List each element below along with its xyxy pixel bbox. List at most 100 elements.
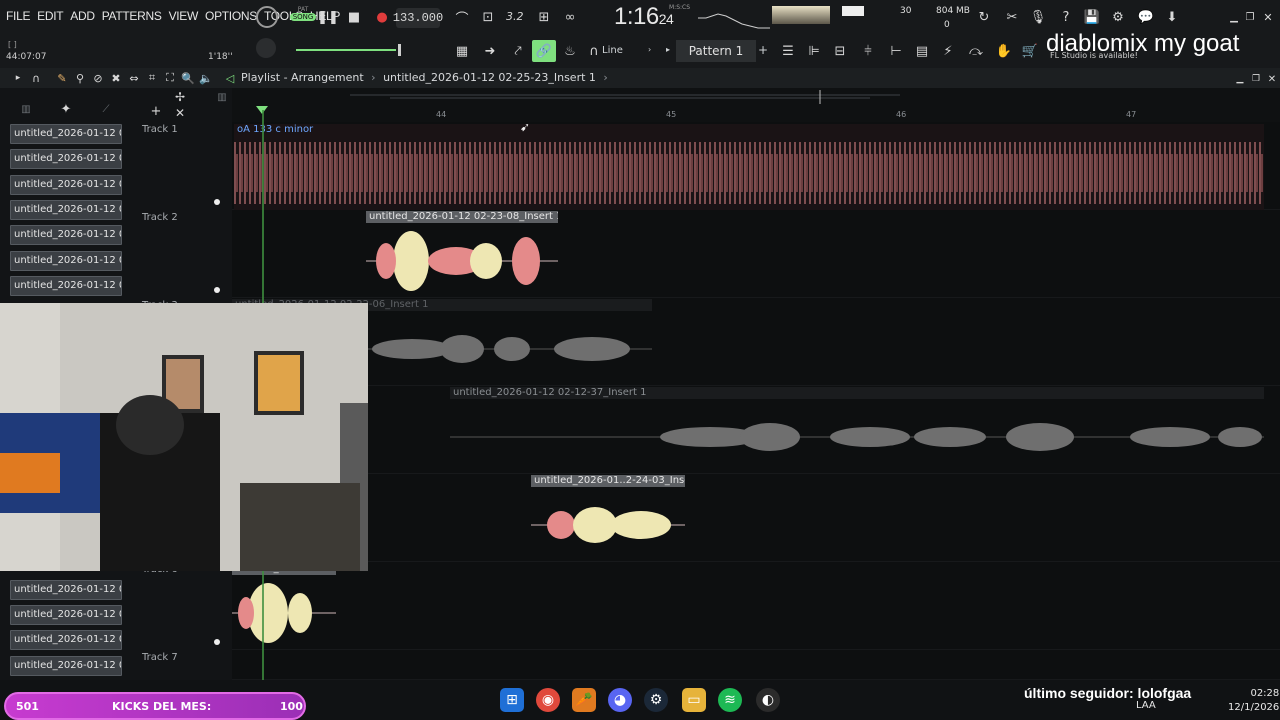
pat-song-toggle[interactable]: PAT SONG — [290, 6, 316, 28]
stamp-icon[interactable]: ♨ — [560, 42, 580, 60]
snap-mode-select[interactable]: Line — [602, 45, 623, 56]
undo-history-icon[interactable]: ↻ — [974, 8, 994, 26]
track-label[interactable]: Track 1 — [142, 124, 178, 135]
slider-handle[interactable] — [398, 44, 401, 56]
input-language[interactable]: LAA — [1136, 700, 1156, 711]
picker-item[interactable]: untitled_2026-01-12 02-... — [10, 149, 122, 169]
faders-icon[interactable]: ⫩ — [858, 42, 878, 60]
playlist-play-icon[interactable]: ◁ — [220, 69, 240, 87]
pattern-prev-icon[interactable]: ▸ — [666, 45, 670, 54]
picker-item[interactable]: untitled_2026-01-12 02-... — [10, 251, 122, 271]
picker-item[interactable]: untitled_2026-01-12 02-... — [10, 175, 122, 195]
file-dropdown-icon[interactable]: › — [603, 71, 607, 84]
mixer-settings-icon[interactable]: ⚙ — [1108, 8, 1128, 26]
metronome-icon[interactable]: ⌒ — [452, 8, 472, 27]
pitch-knob[interactable] — [256, 38, 276, 58]
pattern-selector[interactable]: Pattern 1 — [676, 40, 756, 62]
add-track-icon[interactable]: + — [146, 102, 166, 120]
obs-icon[interactable]: ◐ — [756, 688, 780, 712]
picker-item[interactable]: untitled_2026-01-12 02-... — [10, 630, 122, 650]
track-label[interactable]: Track 2 — [142, 212, 178, 223]
arrow-icon[interactable]: ➜ — [480, 42, 500, 60]
cart-icon[interactable]: 🛒 — [1020, 42, 1040, 60]
picker-item[interactable]: untitled_2026-01-12 02-... — [10, 200, 122, 220]
snap-link-icon[interactable]: 🔗 — [532, 40, 556, 62]
system-clock[interactable]: 02:28 12/1/2026 — [1228, 687, 1279, 715]
tempo-tap-icon[interactable]: ⤼ — [966, 42, 986, 60]
track-mute-led[interactable] — [214, 287, 220, 293]
plugin-icon[interactable]: ⚡ — [938, 42, 958, 60]
magnet-icon[interactable]: ∩ — [584, 42, 604, 60]
microphone-icon[interactable]: 🎙 — [1028, 8, 1048, 26]
touch-icon[interactable]: ✋ — [994, 42, 1014, 60]
picker-item[interactable]: untitled_2026-01-12 02-... — [10, 225, 122, 245]
grid-toggle-icon[interactable]: ▥ — [212, 88, 232, 106]
typing-keyboard-icon[interactable]: ⊡ — [478, 8, 498, 26]
paint-icon[interactable]: ⚲ — [70, 69, 90, 87]
fl-studio-icon[interactable]: 🥕 — [572, 688, 596, 712]
picker-audio-icon[interactable]: ✦ — [56, 100, 76, 118]
track-lane[interactable] — [232, 562, 1280, 650]
browser-icon[interactable]: ▤ — [912, 42, 932, 60]
picker-item[interactable]: untitled_2026-01-12 02-... — [10, 124, 122, 144]
tempo-display[interactable]: 133.000 — [393, 8, 443, 28]
chrome-icon[interactable]: ◉ — [536, 688, 560, 712]
picker-pattern-icon[interactable]: ▥ — [16, 100, 36, 118]
track-lane[interactable] — [232, 474, 1280, 562]
menu-edit[interactable]: EDIT — [37, 9, 63, 23]
mute-icon[interactable]: ✖ — [106, 69, 126, 87]
piano-roll-icon[interactable]: ▦ — [452, 42, 472, 60]
add-pattern-icon[interactable]: + — [758, 43, 768, 57]
close-icon[interactable]: ✕ — [1258, 8, 1278, 26]
stop-button[interactable]: ■ — [344, 8, 364, 26]
audio-clip[interactable]: untitled_2026-01-12 02-23-08_Insert 1 — [366, 211, 558, 297]
track-zoom-icon[interactable]: ✢ — [170, 88, 190, 106]
pencil-icon[interactable]: ✎ — [52, 69, 72, 87]
discord-icon[interactable]: ◕ — [608, 688, 632, 712]
remove-track-icon[interactable]: ✕ — [170, 104, 190, 122]
channel-rack-icon[interactable]: ⊫ — [804, 42, 824, 60]
track-label[interactable]: Track 7 — [142, 652, 178, 663]
draw-icon[interactable]: ⤤ — [508, 42, 528, 60]
track-mute-led[interactable] — [214, 639, 220, 645]
restore-icon[interactable]: ❐ — [1240, 8, 1260, 26]
picker-automation-icon[interactable]: ⟋ — [96, 100, 116, 118]
picker-item[interactable]: untitled_2026-01-12 02-... — [10, 580, 122, 600]
chat-icon[interactable]: 💬 — [1136, 8, 1156, 26]
spotify-icon[interactable]: ≋ — [718, 688, 742, 712]
pause-button[interactable]: ❚❚ — [317, 8, 339, 26]
steam-icon[interactable]: ⚙ — [644, 688, 668, 712]
menu-patterns[interactable]: PATTERNS — [102, 9, 162, 23]
snap-dropdown-icon[interactable]: › — [648, 45, 651, 54]
audio-clip[interactable]: untitled_2026-01-12 02-12-37_Insert 1 — [450, 387, 1264, 473]
master-pitch-slider[interactable] — [296, 49, 396, 51]
record-button[interactable]: ● — [372, 8, 392, 26]
file-explorer-icon[interactable]: ▭ — [682, 688, 706, 712]
menu-options[interactable]: OPTIONS — [205, 9, 257, 23]
save-icon[interactable]: 💾 — [1082, 8, 1102, 26]
select-icon[interactable]: ⛶ — [160, 69, 180, 87]
playlist-icon[interactable]: ☰ — [778, 42, 798, 60]
picker-item[interactable]: untitled_2026-01-12 02-... — [10, 605, 122, 625]
slice-icon[interactable]: ⌗ — [142, 69, 162, 87]
help-icon[interactable]: ? — [1056, 8, 1076, 26]
download-icon[interactable]: ⬇ — [1162, 8, 1182, 26]
audio-clip[interactable]: untitled_2... — [232, 563, 336, 649]
time-signature[interactable]: 3.2 — [506, 10, 524, 23]
picker-item[interactable]: untitled_2026-01-12 02-... — [10, 656, 122, 676]
zoom-icon[interactable]: 🔍 — [178, 69, 198, 87]
track-mute-led[interactable] — [214, 199, 220, 205]
routing-icon[interactable]: ⊢ — [886, 42, 906, 60]
playback-icon[interactable]: 🔈 — [196, 69, 216, 87]
magnet-snap-icon[interactable]: ∩ — [26, 69, 46, 87]
volume-knob[interactable] — [256, 6, 278, 28]
menu-add[interactable]: ADD — [70, 9, 95, 23]
menu-file[interactable]: FILE — [6, 9, 30, 23]
playlist-close-icon[interactable]: ✕ — [1262, 70, 1280, 88]
tools-icon[interactable]: ✂ — [1002, 8, 1022, 26]
windows-start-icon[interactable]: ⊞ — [500, 688, 524, 712]
playlist-menu-arrow-icon[interactable]: ▸ — [8, 69, 28, 87]
mixer-icon[interactable]: ⊟ — [830, 42, 850, 60]
slip-icon[interactable]: ⇔ — [124, 69, 144, 87]
picker-item[interactable]: untitled_2026-01-12 02-... — [10, 276, 122, 296]
